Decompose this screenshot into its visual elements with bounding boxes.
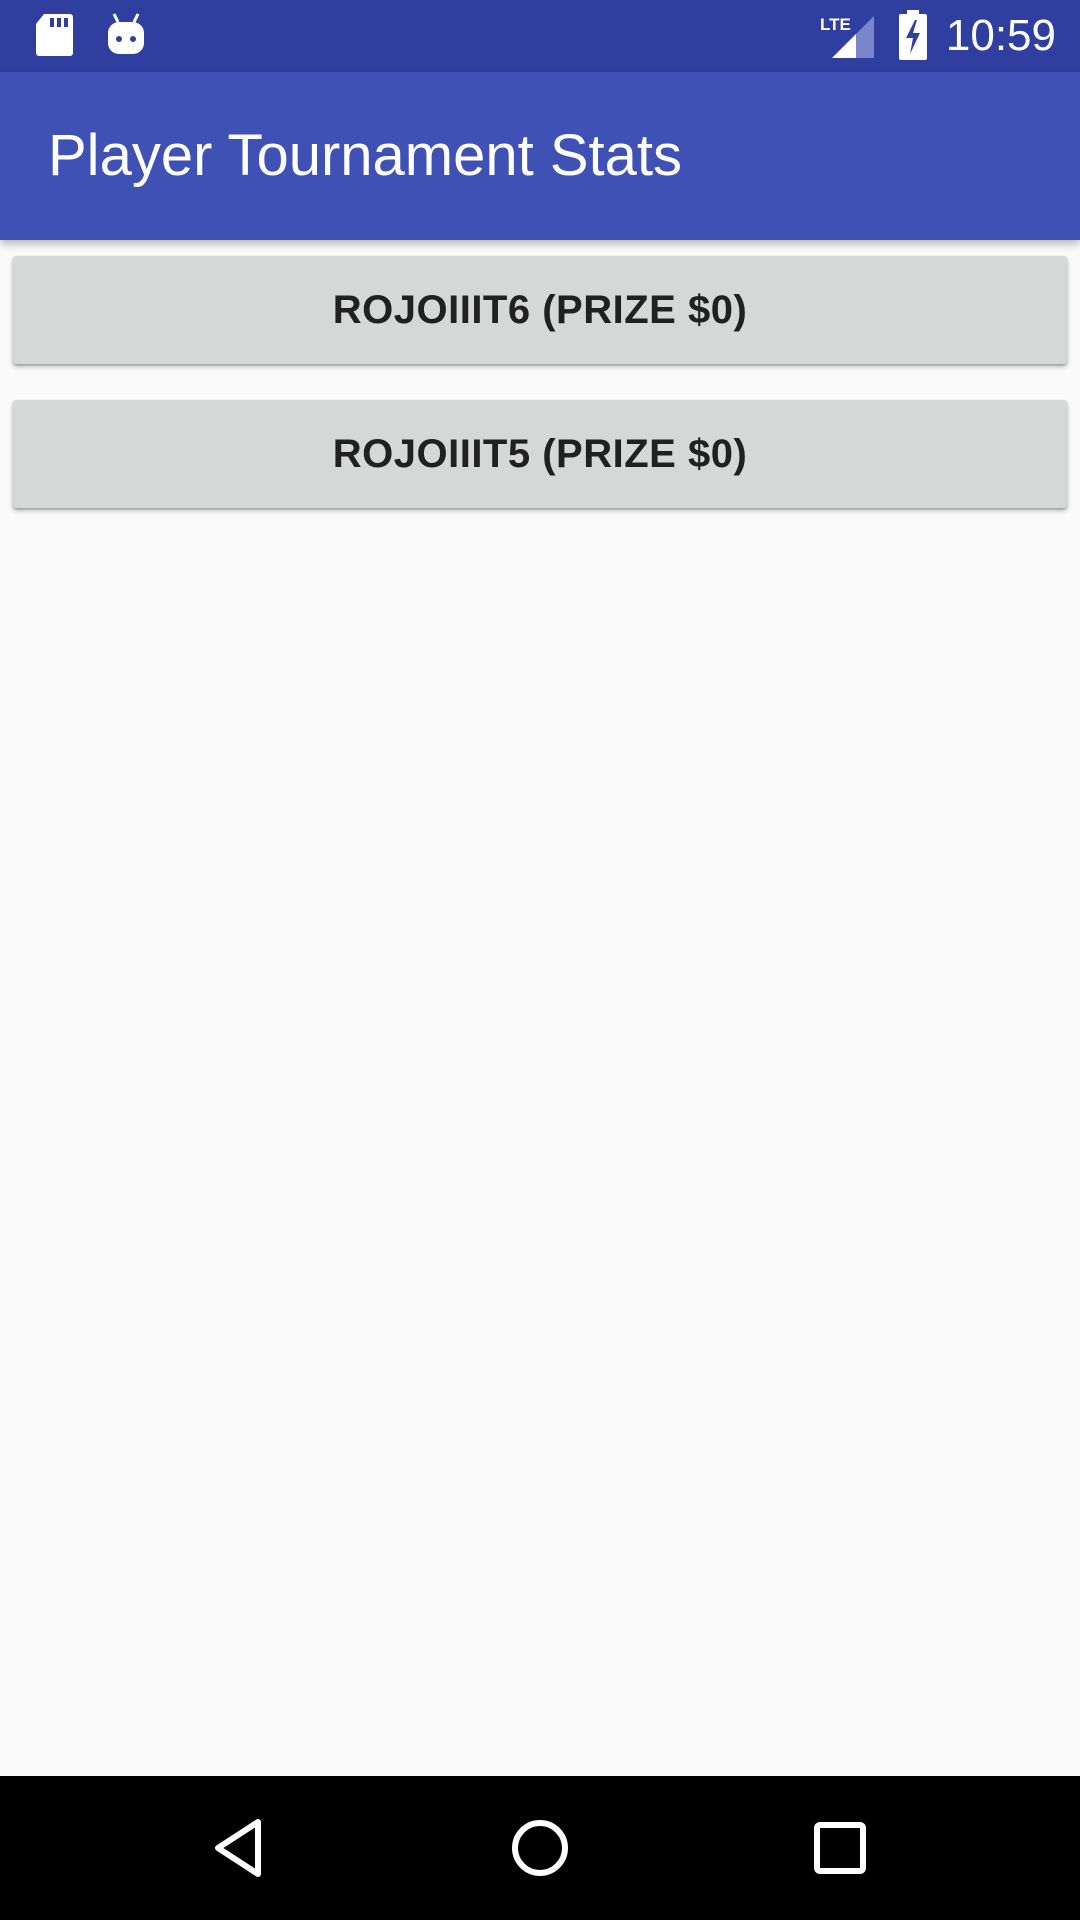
navigation-bar <box>0 1776 1080 1920</box>
app-bar: Player Tournament Stats <box>0 72 1080 240</box>
tournament-button-rojoiiit5[interactable]: ROJOIIIT5 (PRIZE $0) <box>13 400 1067 508</box>
page-title: Player Tournament Stats <box>48 123 683 188</box>
android-robot-icon <box>106 12 146 63</box>
recents-icon[interactable] <box>804 1812 876 1884</box>
status-time: 10:59 <box>945 11 1056 60</box>
back-icon[interactable] <box>204 1812 276 1884</box>
svg-text:LTE: LTE <box>820 15 851 34</box>
lte-signal-icon: LTE <box>818 12 874 63</box>
tournament-button-rojoiiit6[interactable]: ROJOIIIT6 (PRIZE $0) <box>13 256 1067 364</box>
sd-card-icon <box>34 12 74 63</box>
home-icon[interactable] <box>504 1812 576 1884</box>
status-bar: LTE 10:59 <box>0 0 1080 72</box>
battery-charging-icon <box>898 10 928 65</box>
